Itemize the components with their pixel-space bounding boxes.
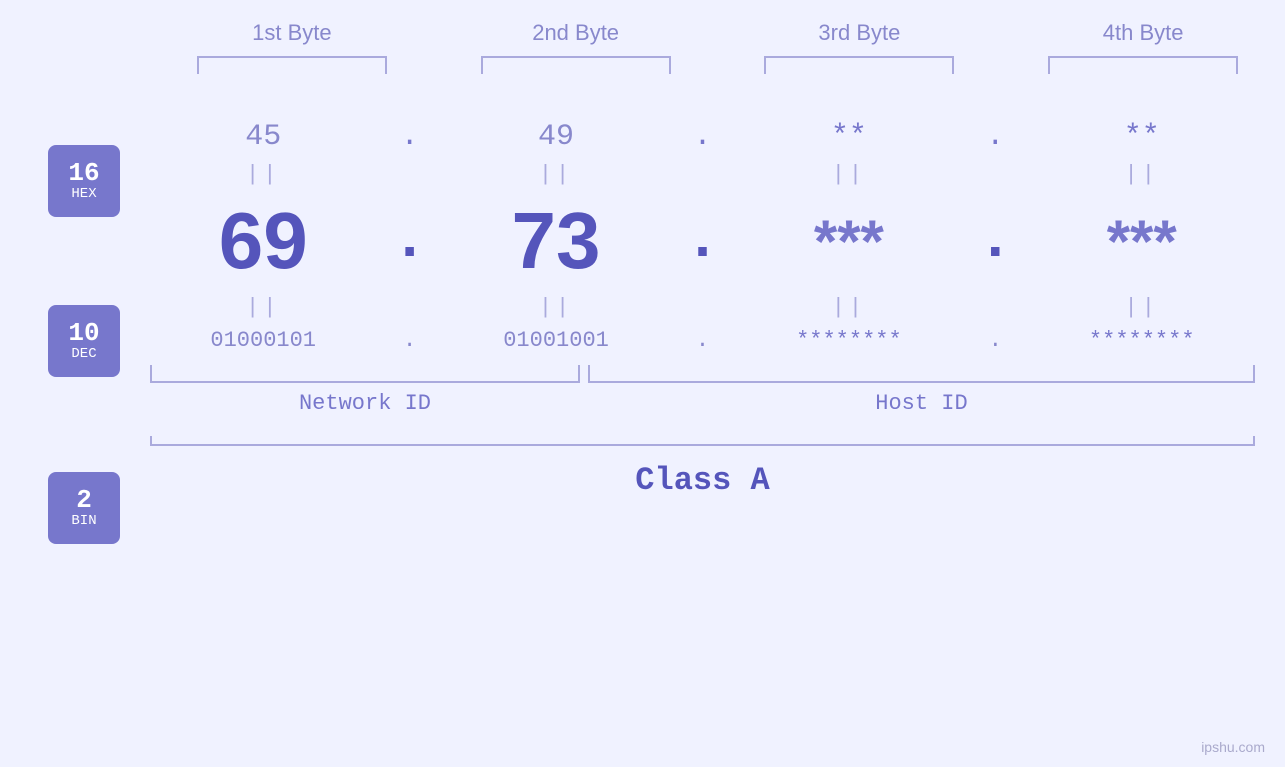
dec-badge-num: 10 — [68, 320, 99, 346]
dec-val-3: *** — [749, 207, 949, 276]
hex-badge-num: 16 — [68, 160, 99, 186]
bin-dot-2: . — [682, 328, 722, 353]
equals-row-2: || || || || — [150, 295, 1255, 320]
eq-3: || — [749, 162, 949, 187]
bin-val-2: 01001001 — [456, 328, 656, 353]
network-id-label: Network ID — [150, 391, 580, 416]
bracket-top-1 — [197, 56, 387, 74]
hex-dot-2: . — [682, 120, 722, 154]
byte-label-3: 3rd Byte — [759, 20, 959, 46]
eq-1: || — [163, 162, 363, 187]
watermark: ipshu.com — [1201, 739, 1265, 755]
hex-dot-1: . — [390, 120, 430, 154]
dec-badge: 10 DEC — [48, 305, 120, 377]
bin-value-row: 01000101 . 01001001 . ******** . *******… — [150, 328, 1255, 353]
dec-val-2: 73 — [456, 195, 656, 287]
bracket-bottom-net — [150, 365, 580, 383]
hex-badge: 16 HEX — [48, 145, 120, 217]
class-bracket-row: Class A — [150, 436, 1255, 499]
hex-val-1: 45 — [163, 120, 363, 154]
rows-area: 45 . 49 . ** . ** || || || || 69 . 73 . … — [150, 100, 1255, 499]
hex-badge-label: HEX — [71, 186, 96, 203]
eq-2: || — [456, 162, 656, 187]
bracket-top-4 — [1048, 56, 1238, 74]
dec-val-1: 69 — [163, 195, 363, 287]
dec-val-4: *** — [1042, 207, 1242, 276]
bottom-brackets — [150, 365, 1255, 383]
eq2-dot-1 — [390, 295, 430, 320]
hex-val-2: 49 — [456, 120, 656, 154]
dec-dot-3: . — [975, 196, 1015, 286]
class-bracket — [150, 436, 1255, 446]
dec-value-row: 69 . 73 . *** . *** — [150, 195, 1255, 287]
dec-dot-2: . — [682, 196, 722, 286]
class-label: Class A — [150, 462, 1255, 499]
eq2-2: || — [456, 295, 656, 320]
main-container: 1st Byte 2nd Byte 3rd Byte 4th Byte 16 H… — [0, 0, 1285, 767]
hex-dot-3: . — [975, 120, 1015, 154]
byte-label-4: 4th Byte — [1043, 20, 1243, 46]
eq2-dot-2 — [682, 295, 722, 320]
dec-badge-label: DEC — [71, 346, 96, 363]
eq2-4: || — [1042, 295, 1242, 320]
eq-dot-2 — [682, 162, 722, 187]
hex-val-4: ** — [1042, 120, 1242, 154]
bin-dot-1: . — [390, 328, 430, 353]
bin-val-4: ******** — [1042, 328, 1242, 353]
id-labels-row: Network ID Host ID — [150, 391, 1255, 416]
eq2-dot-3 — [975, 295, 1015, 320]
hex-value-row: 45 . 49 . ** . ** — [150, 120, 1255, 154]
eq2-3: || — [749, 295, 949, 320]
bracket-bottom-host — [588, 365, 1255, 383]
bin-val-1: 01000101 — [163, 328, 363, 353]
eq-dot-3 — [975, 162, 1015, 187]
bin-badge-label: BIN — [71, 513, 96, 530]
bin-dot-3: . — [975, 328, 1015, 353]
hex-val-3: ** — [749, 120, 949, 154]
eq2-1: || — [163, 295, 363, 320]
byte-label-1: 1st Byte — [192, 20, 392, 46]
eq-4: || — [1042, 162, 1242, 187]
top-brackets — [0, 56, 1285, 74]
bin-badge-num: 2 — [76, 487, 92, 513]
bracket-top-3 — [764, 56, 954, 74]
bracket-top-2 — [481, 56, 671, 74]
bin-val-3: ******** — [749, 328, 949, 353]
equals-row-1: || || || || — [150, 162, 1255, 187]
byte-labels-row: 1st Byte 2nd Byte 3rd Byte 4th Byte — [0, 0, 1285, 56]
host-id-label: Host ID — [588, 391, 1255, 416]
byte-label-2: 2nd Byte — [476, 20, 676, 46]
bin-badge: 2 BIN — [48, 472, 120, 544]
dec-dot-1: . — [390, 196, 430, 286]
eq-dot-1 — [390, 162, 430, 187]
